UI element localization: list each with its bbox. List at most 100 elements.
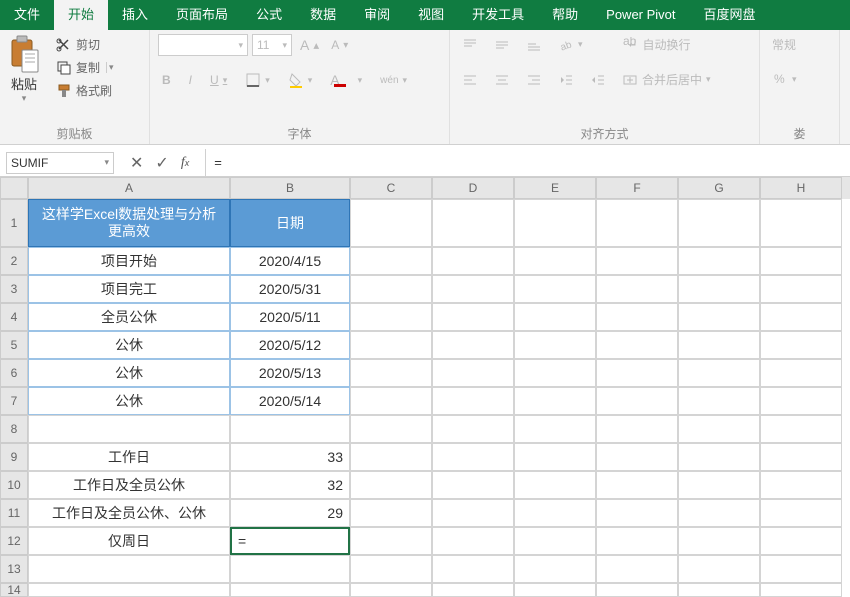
cell[interactable]	[350, 247, 432, 275]
align-bottom-icon[interactable]	[522, 35, 546, 55]
italic-button[interactable]: I	[185, 71, 196, 89]
cell[interactable]	[432, 247, 514, 275]
cell[interactable]	[760, 247, 842, 275]
cell[interactable]: 工作日及全员公休、公休	[28, 499, 230, 527]
number-format-select[interactable]: 常规	[768, 34, 800, 55]
cell[interactable]	[678, 527, 760, 555]
cell[interactable]	[514, 499, 596, 527]
font-color-button[interactable]: A▾	[326, 70, 366, 90]
indent-dec-icon[interactable]	[554, 70, 578, 90]
cell[interactable]	[432, 499, 514, 527]
col-header-C[interactable]: C	[350, 177, 432, 199]
col-header-A[interactable]: A	[28, 177, 230, 199]
tab-formulas[interactable]: 公式	[242, 0, 296, 30]
cell[interactable]	[514, 199, 596, 247]
cell[interactable]	[514, 471, 596, 499]
cell[interactable]	[432, 303, 514, 331]
cell[interactable]	[350, 583, 432, 597]
paste-icon[interactable]	[8, 34, 40, 74]
col-header-H[interactable]: H	[760, 177, 842, 199]
cell[interactable]	[350, 303, 432, 331]
cell[interactable]	[760, 415, 842, 443]
cell[interactable]	[678, 275, 760, 303]
cell[interactable]: 2020/5/11	[230, 303, 350, 331]
cell[interactable]	[350, 471, 432, 499]
row-header[interactable]: 12	[0, 527, 28, 555]
cell[interactable]: 这样学Excel数据处理与分析更高效	[28, 199, 230, 247]
indent-inc-icon[interactable]	[586, 70, 610, 90]
cell[interactable]	[760, 583, 842, 597]
tab-data[interactable]: 数据	[296, 0, 350, 30]
border-button[interactable]: ▾	[241, 70, 274, 90]
cell[interactable]	[596, 527, 678, 555]
cell[interactable]	[678, 331, 760, 359]
cell[interactable]	[678, 499, 760, 527]
align-center-icon[interactable]	[490, 70, 514, 90]
bold-button[interactable]: B	[158, 71, 175, 89]
formula-input[interactable]: =	[205, 149, 850, 176]
cell[interactable]	[350, 443, 432, 471]
cell[interactable]	[596, 303, 678, 331]
merge-button[interactable]: 合并后居中▾	[618, 69, 715, 90]
cell[interactable]	[432, 415, 514, 443]
tab-home[interactable]: 开始	[54, 0, 108, 30]
cell[interactable]	[760, 527, 842, 555]
cell[interactable]	[350, 555, 432, 583]
tab-review[interactable]: 审阅	[350, 0, 404, 30]
cell[interactable]	[350, 527, 432, 555]
tab-layout[interactable]: 页面布局	[162, 0, 242, 30]
cell[interactable]	[514, 415, 596, 443]
font-size-select[interactable]: 11▾	[252, 34, 292, 56]
underline-button[interactable]: U ▾	[206, 71, 231, 89]
cell[interactable]	[596, 443, 678, 471]
paste-dropdown-icon[interactable]: ▾	[22, 93, 27, 104]
col-header-D[interactable]: D	[432, 177, 514, 199]
cell[interactable]	[230, 583, 350, 597]
align-right-icon[interactable]	[522, 70, 546, 90]
cell[interactable]: 公休	[28, 359, 230, 387]
cell[interactable]: 工作日及全员公休	[28, 471, 230, 499]
cell[interactable]	[760, 275, 842, 303]
copy-button[interactable]: 复制 ▾	[52, 57, 118, 78]
cell[interactable]	[596, 331, 678, 359]
cell[interactable]	[350, 359, 432, 387]
cell[interactable]	[350, 199, 432, 247]
cell[interactable]	[350, 387, 432, 415]
cell[interactable]	[596, 471, 678, 499]
align-top-icon[interactable]	[458, 35, 482, 55]
cell[interactable]	[760, 331, 842, 359]
phonetic-button[interactable]: wén▾	[376, 73, 411, 88]
cell[interactable]	[28, 415, 230, 443]
cell[interactable]	[350, 499, 432, 527]
cell[interactable]: 仅周日	[28, 527, 230, 555]
cell[interactable]: 全员公休	[28, 303, 230, 331]
cell[interactable]: 2020/5/12	[230, 331, 350, 359]
tab-baidu[interactable]: 百度网盘	[690, 0, 770, 30]
decrease-font-icon[interactable]: A▾	[327, 36, 352, 54]
row-header[interactable]: 3	[0, 275, 28, 303]
cell[interactable]	[514, 387, 596, 415]
cell[interactable]	[678, 387, 760, 415]
cancel-icon[interactable]: ✕	[130, 153, 143, 173]
cell[interactable]	[432, 443, 514, 471]
cell[interactable]: 2020/4/15	[230, 247, 350, 275]
cell[interactable]	[678, 359, 760, 387]
cell[interactable]	[596, 247, 678, 275]
row-header[interactable]: 14	[0, 583, 28, 597]
col-header-B[interactable]: B	[230, 177, 350, 199]
cell[interactable]	[596, 387, 678, 415]
row-header[interactable]: 5	[0, 331, 28, 359]
cell[interactable]	[432, 331, 514, 359]
cell[interactable]	[596, 583, 678, 597]
cell[interactable]	[760, 555, 842, 583]
cell[interactable]	[760, 499, 842, 527]
col-header-F[interactable]: F	[596, 177, 678, 199]
cell[interactable]: 公休	[28, 331, 230, 359]
row-header[interactable]: 11	[0, 499, 28, 527]
cell[interactable]: 项目开始	[28, 247, 230, 275]
cell[interactable]	[230, 555, 350, 583]
cell[interactable]	[678, 247, 760, 275]
row-header[interactable]: 1	[0, 199, 28, 247]
col-header-E[interactable]: E	[514, 177, 596, 199]
row-header[interactable]: 13	[0, 555, 28, 583]
